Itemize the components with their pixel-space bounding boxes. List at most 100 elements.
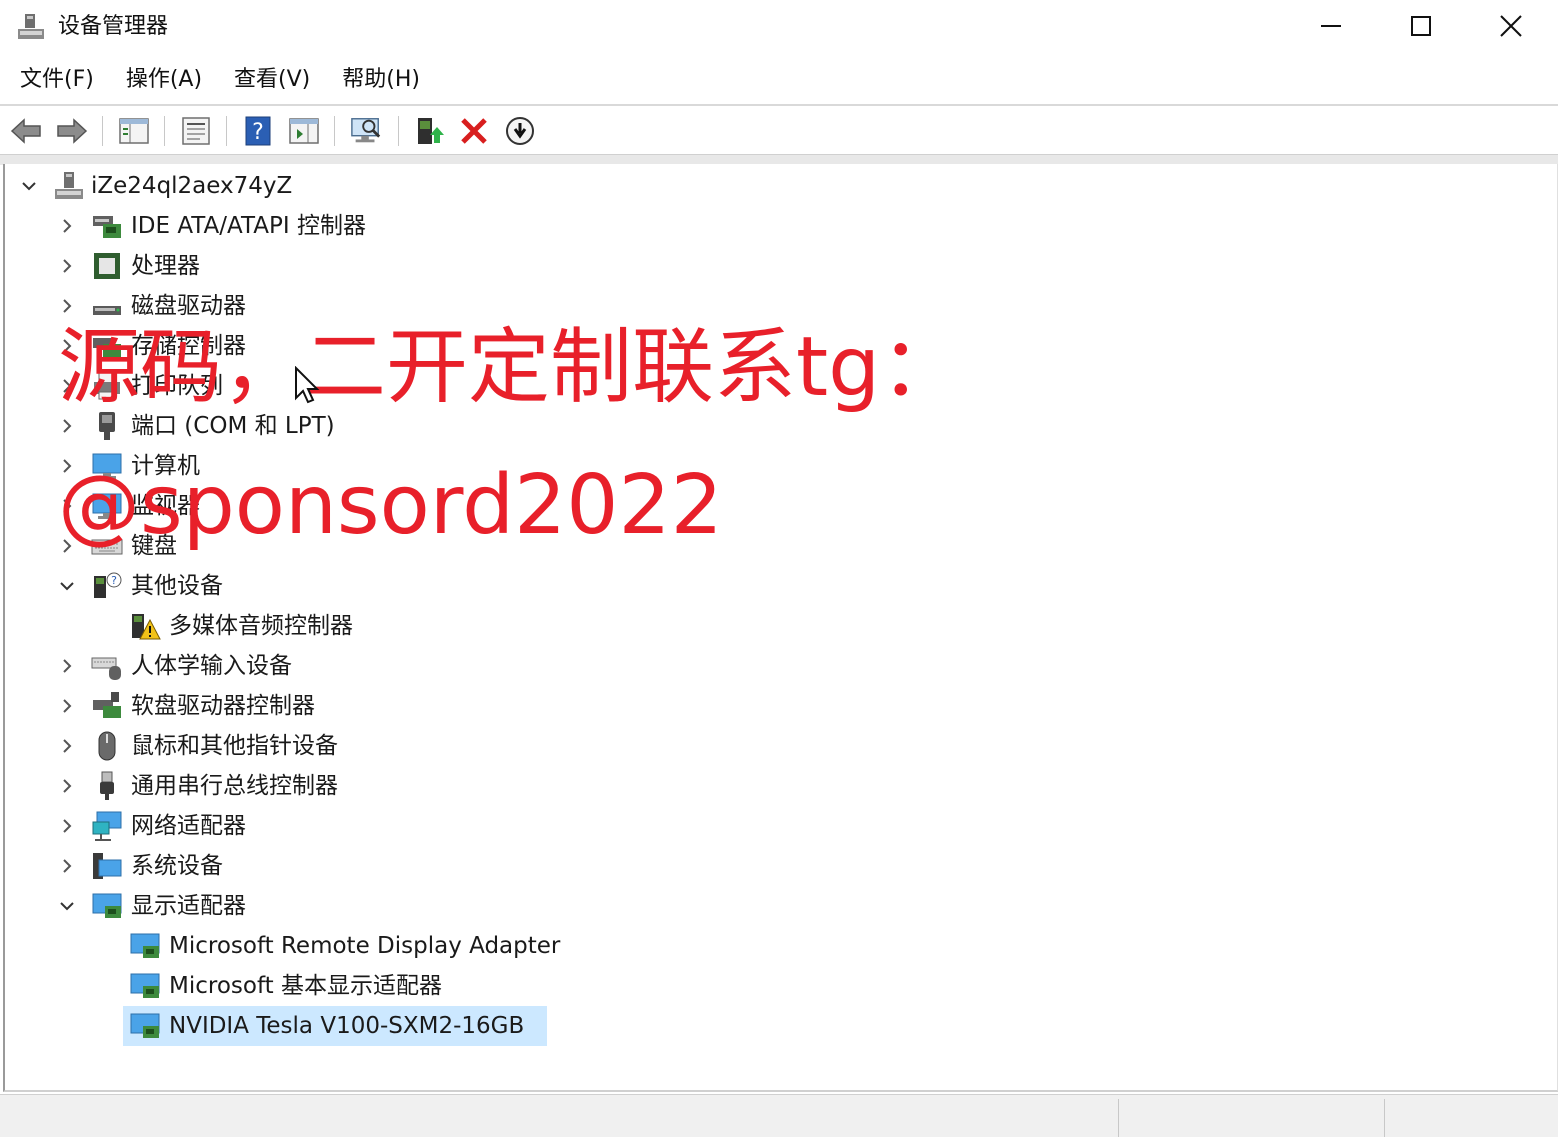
category-label: 系统设备 <box>131 853 223 879</box>
menu-action[interactable]: 操作(A) <box>126 56 202 104</box>
menu-bar: 文件(F) 操作(A) 查看(V) 帮助(H) <box>0 56 1558 104</box>
tree-category[interactable]: 人体学输入设备 <box>17 646 617 686</box>
chevron-right-icon[interactable] <box>59 258 75 274</box>
chevron-right-icon[interactable] <box>59 778 75 794</box>
category-label: IDE ATA/ATAPI 控制器 <box>131 213 366 239</box>
processor-icon <box>94 253 120 279</box>
properties-button[interactable] <box>180 115 212 147</box>
chevron-down-icon[interactable] <box>21 178 37 194</box>
update-driver-button[interactable] <box>414 115 446 147</box>
tree-root[interactable]: iZe24ql2aex74yZ <box>17 166 417 206</box>
device-label: Microsoft Remote Display Adapter <box>169 933 561 959</box>
chevron-right-icon[interactable] <box>59 218 75 234</box>
disable-icon <box>506 117 534 145</box>
usb-icon <box>100 771 114 800</box>
chevron-right-icon[interactable] <box>59 658 75 674</box>
menu-view[interactable]: 查看(V) <box>234 56 310 104</box>
category-label: 通用串行总线控制器 <box>131 773 338 799</box>
root-label: iZe24ql2aex74yZ <box>91 173 293 199</box>
status-bar <box>0 1094 1558 1137</box>
device-label: NVIDIA Tesla V100-SXM2-16GB <box>169 1013 525 1039</box>
system-device-icon <box>93 853 122 879</box>
action-pane-button[interactable] <box>288 115 320 147</box>
menu-file[interactable]: 文件(F) <box>20 56 94 104</box>
svg-text:?: ? <box>111 574 117 587</box>
maximize-button[interactable] <box>1376 0 1466 52</box>
menu-help[interactable]: 帮助(H) <box>342 56 420 104</box>
tree-category[interactable]: 鼠标和其他指针设备 <box>17 726 617 766</box>
category-label: 人体学输入设备 <box>131 653 292 679</box>
tree-device-selected[interactable]: NVIDIA Tesla V100-SXM2-16GB <box>17 1006 617 1046</box>
close-button[interactable] <box>1466 0 1556 52</box>
display-adapter-icon <box>130 973 160 998</box>
chevron-right-icon[interactable] <box>59 818 75 834</box>
category-label: 处理器 <box>131 253 200 279</box>
tree-category[interactable]: IDE ATA/ATAPI 控制器 <box>17 206 617 246</box>
mouse-icon <box>98 731 116 761</box>
tree-category[interactable]: 软盘驱动器控制器 <box>17 686 617 726</box>
action-pane-icon <box>289 118 319 144</box>
update-driver-icon <box>418 118 444 144</box>
uninstall-button[interactable] <box>458 115 490 147</box>
forward-icon <box>57 118 88 144</box>
watermark-line1: 源码，二开定制联系tg： <box>58 320 963 415</box>
tree-device[interactable]: Microsoft Remote Display Adapter <box>17 926 617 966</box>
minimize-button[interactable] <box>1286 0 1376 52</box>
chevron-right-icon[interactable] <box>59 858 75 874</box>
scan-hardware-icon <box>351 118 381 143</box>
scan-hardware-button[interactable] <box>350 115 382 147</box>
forward-button[interactable] <box>56 115 88 147</box>
status-separator <box>1384 1099 1385 1137</box>
minimize-icon <box>1321 25 1341 27</box>
status-separator <box>1118 1099 1119 1137</box>
tree-category[interactable]: 处理器 <box>17 246 617 286</box>
chevron-down-icon[interactable] <box>59 578 75 594</box>
maximize-icon <box>1411 16 1431 36</box>
window-title: 设备管理器 <box>58 14 169 39</box>
close-icon <box>1500 15 1522 37</box>
help-icon: ? <box>245 116 271 146</box>
ide-controller-icon <box>93 216 121 238</box>
category-label: 显示适配器 <box>131 893 246 919</box>
computer-root-icon <box>55 172 83 199</box>
toolbar-separator <box>334 116 335 146</box>
tree-category-expanded[interactable]: ? 其他设备 <box>17 566 617 606</box>
display-adapter-icon <box>130 933 160 958</box>
properties-icon <box>182 117 210 145</box>
tree-category[interactable]: 系统设备 <box>17 846 617 886</box>
chevron-right-icon[interactable] <box>59 738 75 754</box>
chevron-right-icon[interactable] <box>59 298 75 314</box>
mouse-cursor-icon <box>295 366 320 404</box>
network-adapter-icon <box>92 811 122 841</box>
toolbar-separator <box>164 116 165 146</box>
back-button[interactable] <box>10 115 42 147</box>
svg-text:?: ? <box>252 120 264 145</box>
tree-category[interactable]: 通用串行总线控制器 <box>17 766 617 806</box>
display-adapter-icon <box>92 893 122 918</box>
show-hide-tree-button[interactable] <box>118 115 150 147</box>
show-hide-tree-icon <box>119 118 149 144</box>
device-label: Microsoft 基本显示适配器 <box>169 973 442 999</box>
disable-device-button[interactable] <box>504 115 536 147</box>
display-adapter-icon <box>130 1013 160 1038</box>
chevron-right-icon[interactable] <box>59 418 75 434</box>
tree-category-expanded[interactable]: 显示适配器 <box>17 886 617 926</box>
warning-device-icon <box>132 614 161 640</box>
toolbar-separator <box>226 116 227 146</box>
category-label: 软盘驱动器控制器 <box>131 693 315 719</box>
help-button[interactable]: ? <box>242 115 274 147</box>
title-bar: 设备管理器 <box>0 0 1558 56</box>
chevron-down-icon[interactable] <box>59 898 75 914</box>
toolbar-separator <box>398 116 399 146</box>
watermark-line2: @sponsord2022 <box>58 458 723 553</box>
device-label: 多媒体音频控制器 <box>169 613 353 639</box>
uninstall-icon <box>461 118 487 144</box>
category-label: 网络适配器 <box>131 813 246 839</box>
device-tree-pane[interactable]: iZe24ql2aex74yZ IDE ATA/ATAPI 控制器 处理器 磁盘… <box>3 164 1558 1092</box>
other-devices-icon: ? <box>94 572 122 598</box>
chevron-right-icon[interactable] <box>59 698 75 714</box>
tree-device[interactable]: 多媒体音频控制器 <box>17 606 617 646</box>
tree-device[interactable]: Microsoft 基本显示适配器 <box>17 966 617 1006</box>
floppy-controller-icon <box>93 692 121 718</box>
tree-category[interactable]: 网络适配器 <box>17 806 617 846</box>
